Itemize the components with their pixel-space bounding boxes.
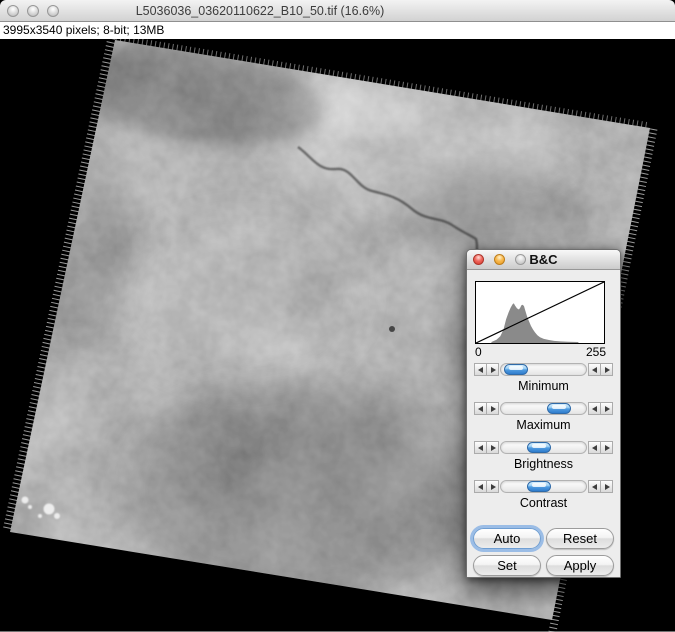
- maximum-slider-track[interactable]: [500, 402, 587, 415]
- bc-minimize-button[interactable]: [494, 254, 505, 265]
- maximum-slider-thumb[interactable]: [546, 403, 571, 414]
- contrast-step-right-icon[interactable]: [486, 480, 499, 493]
- bc-dialog-window: B&C 0 255 Minimum Maximum Brightness Con…: [466, 249, 621, 578]
- window-titlebar[interactable]: L5036036_03620110622_B10_50.tif (16.6%): [0, 0, 675, 22]
- lut-mapping-line: [475, 281, 605, 344]
- contrast-slider-thumb[interactable]: [526, 481, 551, 492]
- minimum-slider[interactable]: [474, 363, 613, 376]
- bc-close-button[interactable]: [473, 254, 484, 265]
- brightness-step-right-icon[interactable]: [486, 441, 499, 454]
- histogram-shape: [491, 303, 579, 343]
- image-info-bar: 3995x3540 pixels; 8-bit; 13MB: [0, 22, 675, 39]
- brightness-slider-row: Brightness: [474, 441, 613, 472]
- histogram-min-label: 0: [475, 345, 482, 359]
- contrast-label: Contrast: [519, 496, 568, 510]
- minimum-slider-track[interactable]: [500, 363, 587, 376]
- apply-button[interactable]: Apply: [546, 555, 614, 576]
- brightness-step-right2-icon[interactable]: [600, 441, 613, 454]
- contrast-slider[interactable]: [474, 480, 613, 493]
- slider-group: Minimum Maximum Brightness Contrast: [467, 362, 620, 511]
- minimum-slider-row: Minimum: [474, 363, 613, 394]
- set-button[interactable]: Set: [473, 555, 541, 576]
- minimum-slider-thumb[interactable]: [504, 364, 529, 375]
- contrast-slider-row: Contrast: [474, 480, 613, 511]
- brightness-label: Brightness: [513, 457, 574, 471]
- maximum-step-right2-icon[interactable]: [600, 402, 613, 415]
- imagej-image-window: L5036036_03620110622_B10_50.tif (16.6%) …: [0, 0, 675, 632]
- auto-button[interactable]: Auto: [473, 528, 541, 549]
- brightness-slider[interactable]: [474, 441, 613, 454]
- window-title: L5036036_03620110622_B10_50.tif (16.6%): [135, 4, 385, 18]
- brightness-slider-track[interactable]: [500, 441, 587, 454]
- minimum-step-right2-icon[interactable]: [600, 363, 613, 376]
- bc-dialog-titlebar[interactable]: B&C: [467, 250, 620, 270]
- bc-zoom-button[interactable]: [515, 254, 526, 265]
- minimum-label: Minimum: [518, 379, 569, 393]
- maximum-step-right-icon[interactable]: [486, 402, 499, 415]
- brightness-slider-thumb[interactable]: [526, 442, 551, 453]
- histogram-panel: [475, 281, 605, 344]
- reset-button[interactable]: Reset: [546, 528, 614, 549]
- maximum-label: Maximum: [516, 418, 571, 432]
- histogram-range-labels: 0 255: [475, 345, 606, 359]
- maximum-slider-row: Maximum: [474, 402, 613, 433]
- maximum-slider[interactable]: [474, 402, 613, 415]
- minimum-step-right-icon[interactable]: [486, 363, 499, 376]
- contrast-step-right2-icon[interactable]: [600, 480, 613, 493]
- contrast-slider-track[interactable]: [500, 480, 587, 493]
- button-group: Auto Reset Set Apply: [467, 519, 620, 576]
- bc-traffic-lights: [473, 254, 526, 265]
- histogram-max-label: 255: [585, 345, 606, 359]
